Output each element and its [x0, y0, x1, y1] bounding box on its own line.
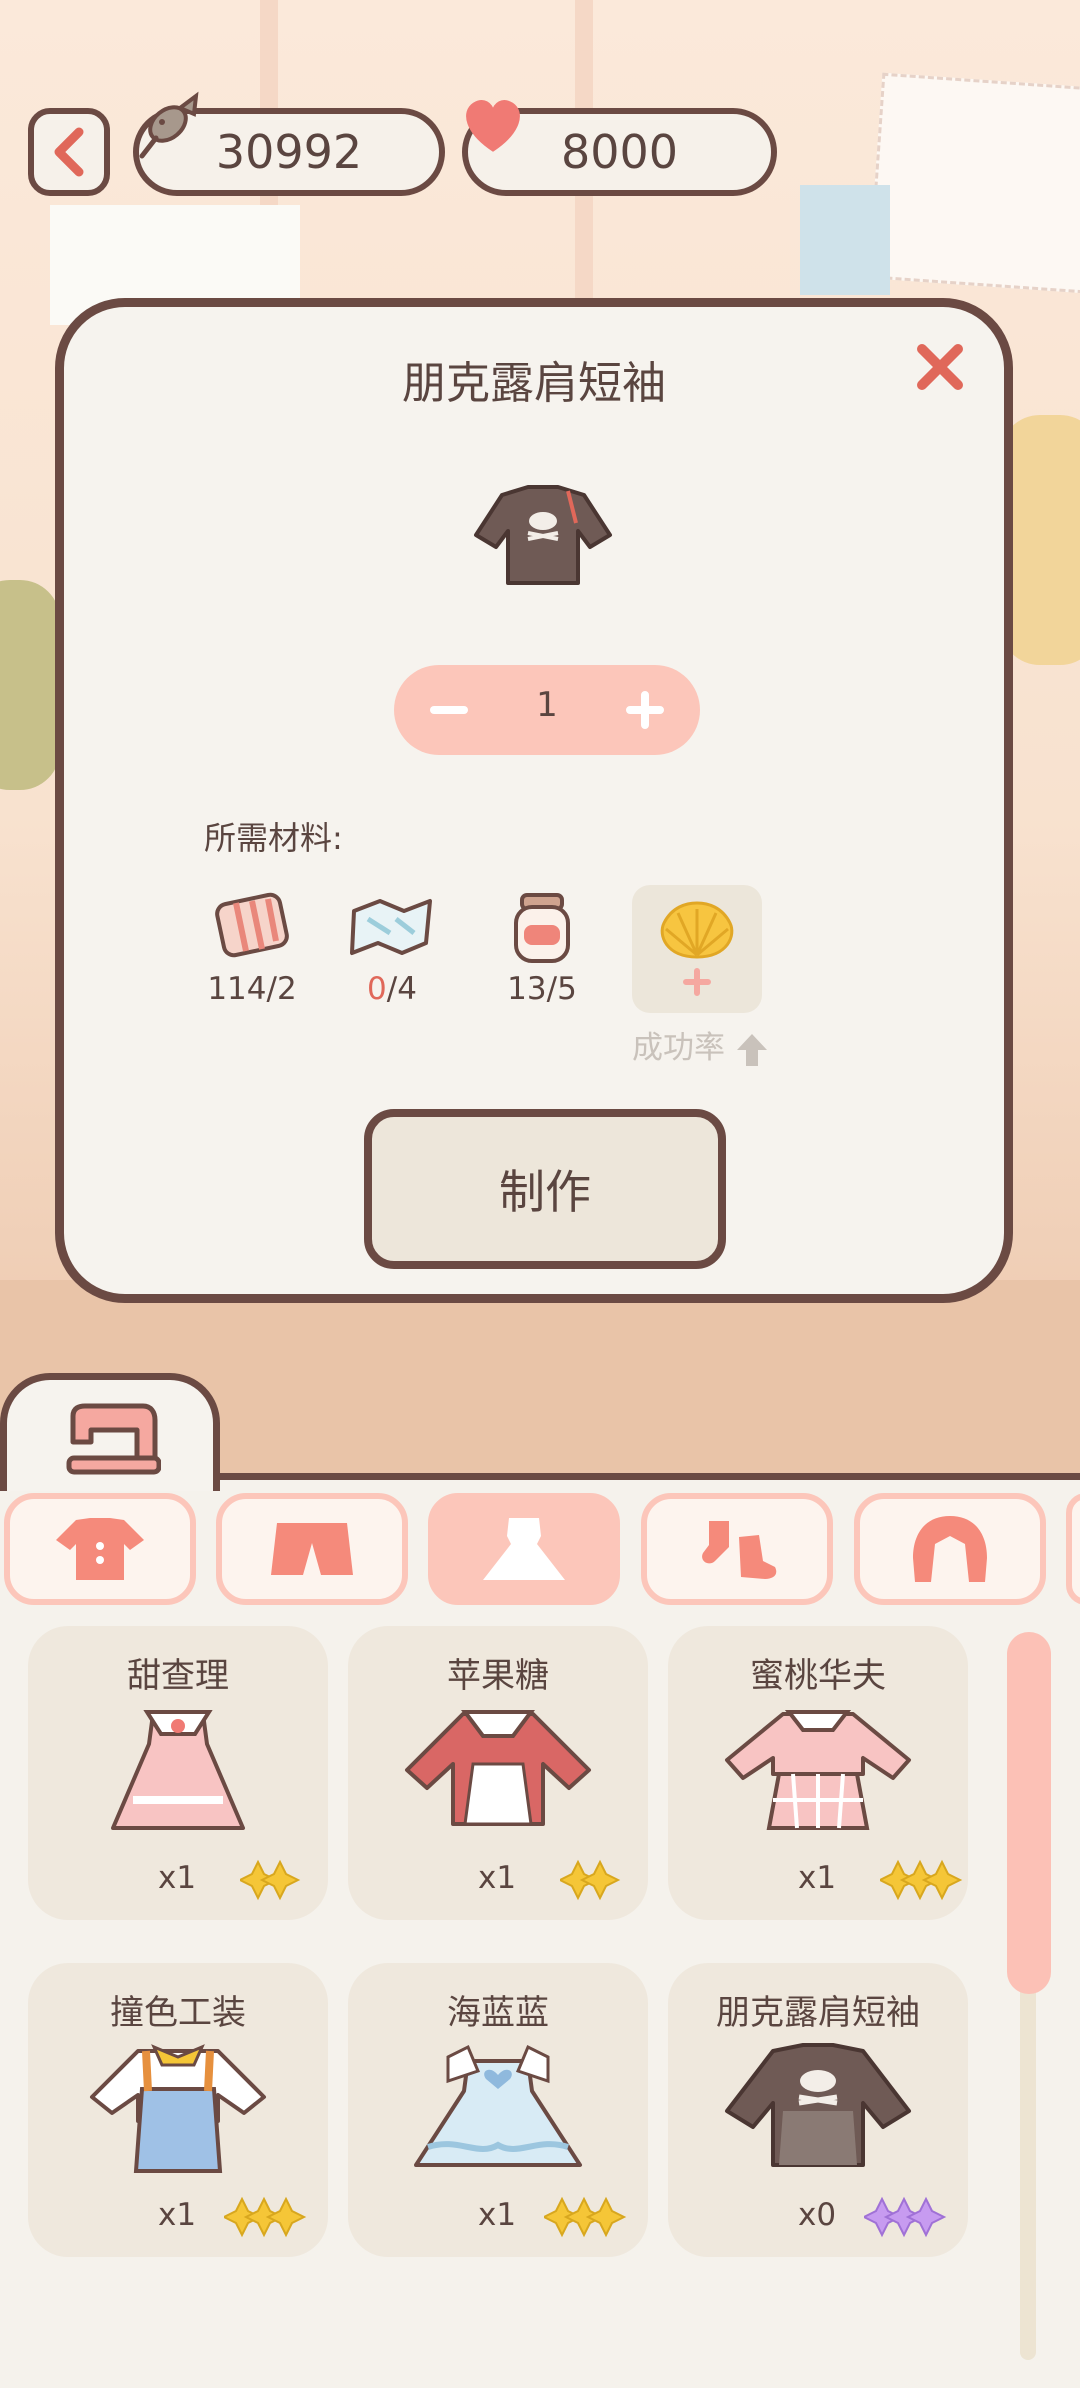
- map-pattern-icon: [350, 899, 432, 955]
- color-block-overalls-icon: [90, 2044, 266, 2173]
- heart-value: 8000: [560, 125, 679, 179]
- rarity-stars-purple-icon: [864, 2196, 947, 2238]
- sewing-machine-icon: [66, 1403, 161, 1475]
- plus-icon: [683, 968, 711, 996]
- rarity-stars-icon: [240, 1859, 301, 1901]
- item-name: 海蓝蓝: [447, 1993, 549, 2033]
- top-icon: [56, 1518, 144, 1580]
- pinned-paper: [868, 72, 1080, 294]
- dress-icon: [483, 1518, 565, 1580]
- item-card[interactable]: 苹果糖 x1: [348, 1626, 648, 1920]
- fish-coin-value: 30992: [215, 125, 363, 179]
- category-tab-more[interactable]: [1066, 1493, 1080, 1605]
- sewing-machine-tab[interactable]: [0, 1373, 220, 1491]
- heart-icon: [466, 100, 520, 152]
- make-button[interactable]: 制作: [364, 1109, 726, 1269]
- item-name: 甜查理: [127, 1656, 229, 1696]
- fabric-roll-icon: [215, 892, 289, 958]
- material-jar[interactable]: 13/5: [482, 889, 602, 1007]
- item-quantity: x1: [478, 1860, 517, 1896]
- item-card[interactable]: 撞色工装 x1: [28, 1963, 328, 2257]
- success-rate: 成功率: [632, 1022, 769, 1068]
- category-tab-hair[interactable]: [854, 1493, 1046, 1605]
- punk-tshirt-icon: [725, 2043, 911, 2167]
- shell-icon: [660, 901, 734, 959]
- dialog-title: 朋克露肩短袖: [402, 358, 666, 409]
- material-pattern[interactable]: 0/4: [332, 889, 452, 1007]
- ocean-blue-dress-icon: [414, 2044, 582, 2167]
- back-button[interactable]: [28, 108, 110, 196]
- success-rate-label: 成功率: [632, 1030, 725, 1066]
- category-tab-socks[interactable]: [641, 1493, 833, 1605]
- plus-icon[interactable]: [618, 683, 672, 737]
- apple-candy-outfit-icon: [405, 1710, 591, 1826]
- add-shell-slot[interactable]: [632, 885, 762, 1013]
- up-arrow-icon: [736, 1033, 767, 1066]
- item-card[interactable]: 甜查理 x1: [28, 1626, 328, 1920]
- material-count: 114/2: [207, 971, 297, 1007]
- jar-icon: [514, 893, 570, 963]
- item-name: 苹果糖: [447, 1656, 549, 1696]
- material-count: 0/4: [367, 971, 417, 1007]
- rarity-stars-icon: [544, 2196, 627, 2238]
- hair-icon: [913, 1516, 987, 1582]
- item-quantity: x1: [158, 2197, 197, 2233]
- fish-icon: [139, 91, 199, 159]
- category-tab-tops[interactable]: [4, 1493, 196, 1605]
- item-card[interactable]: 蜜桃华夫 x1: [668, 1626, 968, 1920]
- quantity-stepper: 1: [394, 665, 700, 755]
- peach-waffle-outfit-icon: [725, 1710, 911, 1830]
- item-quantity: x1: [158, 1860, 197, 1896]
- rarity-stars-icon: [880, 1859, 963, 1901]
- rarity-stars-icon: [224, 2196, 307, 2238]
- item-quantity: x0: [798, 2197, 837, 2233]
- craft-dialog: 朋克露肩短袖 1 所需材料: 114/2 0/4 13/5 成功率 制作: [55, 298, 1013, 1303]
- item-card[interactable]: 朋克露肩短袖 x0: [668, 1963, 968, 2257]
- item-card[interactable]: 海蓝蓝 x1: [348, 1963, 648, 2257]
- item-name: 撞色工装: [110, 1993, 246, 2033]
- material-fabric[interactable]: 114/2: [192, 889, 312, 1007]
- sweet-charlie-dress-icon: [111, 1710, 245, 1830]
- item-name: 朋克露肩短袖: [716, 1993, 920, 2033]
- item-name: 蜜桃华夫: [750, 1656, 886, 1696]
- item-quantity: x1: [798, 1860, 837, 1896]
- back-arrow-icon: [54, 127, 84, 177]
- close-icon[interactable]: [910, 337, 970, 397]
- scrollbar-thumb[interactable]: [1007, 1632, 1051, 1994]
- material-count: 13/5: [507, 971, 577, 1007]
- rarity-stars-icon: [560, 1859, 621, 1901]
- category-tab-dresses[interactable]: [428, 1493, 620, 1605]
- item-quantity: x1: [478, 2197, 517, 2233]
- materials-label: 所需材料:: [204, 819, 343, 857]
- socks-icon: [702, 1521, 777, 1579]
- punk-tshirt-preview-icon: [474, 485, 612, 585]
- category-tab-bottoms[interactable]: [216, 1493, 408, 1605]
- pants-icon: [271, 1523, 353, 1575]
